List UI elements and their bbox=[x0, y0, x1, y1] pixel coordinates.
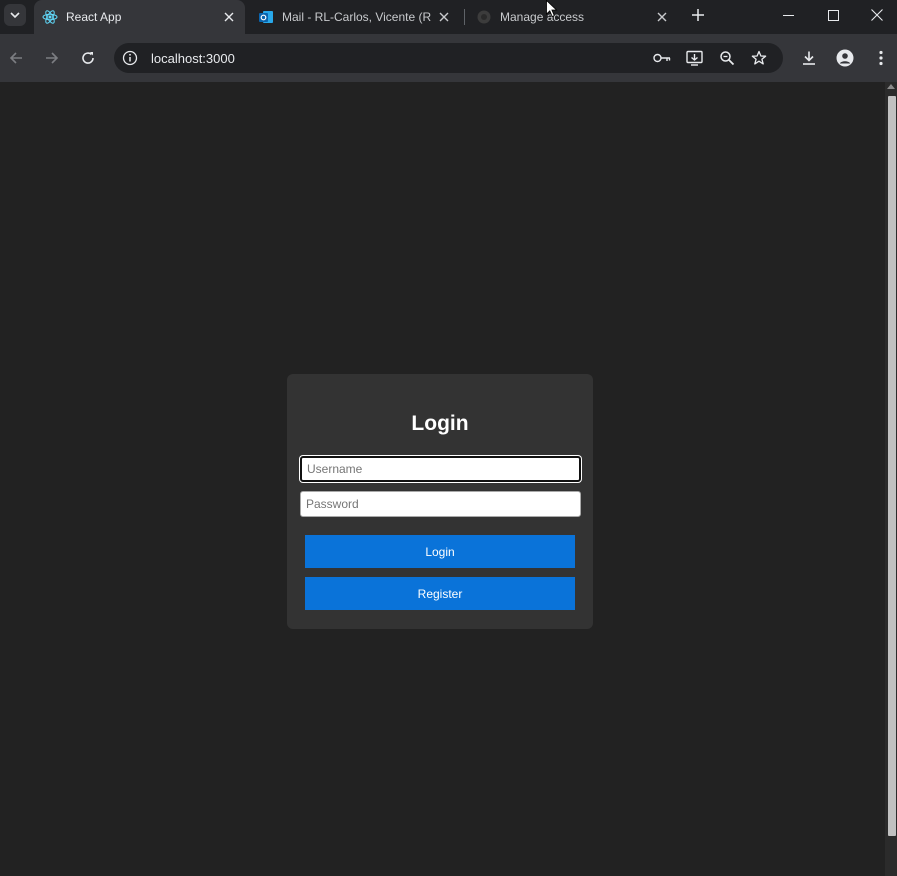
github-icon bbox=[476, 9, 492, 25]
outlook-icon bbox=[258, 9, 274, 25]
plus-icon bbox=[692, 9, 704, 21]
address-bar[interactable]: localhost:3000 bbox=[114, 43, 783, 73]
tab-mail[interactable]: Mail - RL-Carlos, Vicente (R bbox=[250, 0, 460, 34]
tab-title: Mail - RL-Carlos, Vicente (R bbox=[282, 10, 432, 24]
forward-button[interactable] bbox=[40, 46, 64, 70]
back-button[interactable] bbox=[4, 46, 28, 70]
browser-toolbar: localhost:3000 bbox=[0, 34, 897, 82]
tab-title: React App bbox=[66, 10, 122, 24]
login-button[interactable]: Login bbox=[305, 535, 575, 568]
scroll-up-arrow-icon[interactable] bbox=[887, 84, 895, 89]
password-input[interactable] bbox=[300, 491, 581, 517]
downloads-button[interactable] bbox=[797, 46, 821, 70]
tab-search-button[interactable] bbox=[4, 4, 26, 26]
close-icon[interactable] bbox=[436, 9, 452, 25]
site-info-icon[interactable] bbox=[122, 50, 138, 66]
arrow-left-icon bbox=[9, 52, 22, 64]
minimize-button[interactable] bbox=[766, 0, 811, 30]
username-input[interactable] bbox=[300, 456, 581, 482]
zoom-icon[interactable] bbox=[717, 49, 737, 67]
address-text: localhost:3000 bbox=[151, 51, 235, 66]
mouse-cursor-icon bbox=[546, 0, 558, 18]
install-app-icon[interactable] bbox=[685, 49, 705, 67]
register-button[interactable]: Register bbox=[305, 577, 575, 610]
star-icon[interactable] bbox=[749, 49, 769, 67]
scrollbar-thumb[interactable] bbox=[888, 96, 896, 836]
arrow-right-icon bbox=[46, 52, 59, 64]
tab-react-app[interactable]: React App bbox=[34, 0, 245, 34]
tab-separator bbox=[464, 9, 465, 25]
close-window-button[interactable] bbox=[856, 0, 897, 30]
close-icon[interactable] bbox=[221, 9, 237, 25]
close-icon[interactable] bbox=[654, 9, 670, 25]
tab-strip: React App Mail - RL-Carlos, Vicente (R M… bbox=[0, 0, 897, 34]
maximize-icon bbox=[828, 9, 839, 21]
profile-button[interactable] bbox=[833, 46, 857, 70]
login-title: Login bbox=[411, 412, 469, 435]
login-card: Login Login Register bbox=[287, 374, 593, 629]
new-tab-button[interactable] bbox=[688, 5, 708, 25]
download-icon bbox=[803, 51, 815, 65]
page-viewport: Login Login Register bbox=[0, 82, 885, 876]
react-icon bbox=[42, 9, 58, 25]
chevron-down-icon bbox=[10, 12, 20, 19]
avatar-icon bbox=[836, 49, 854, 67]
maximize-button[interactable] bbox=[811, 0, 856, 30]
tab-manage-access[interactable]: Manage access bbox=[468, 0, 678, 34]
menu-button[interactable] bbox=[869, 46, 893, 70]
minimize-icon bbox=[783, 14, 794, 16]
tab-title: Manage access bbox=[500, 10, 585, 24]
reload-icon bbox=[82, 52, 94, 64]
scrollbar[interactable] bbox=[885, 82, 897, 876]
key-icon[interactable] bbox=[652, 49, 672, 67]
more-vert-icon bbox=[879, 50, 883, 66]
reload-button[interactable] bbox=[76, 46, 100, 70]
close-icon bbox=[870, 9, 883, 21]
